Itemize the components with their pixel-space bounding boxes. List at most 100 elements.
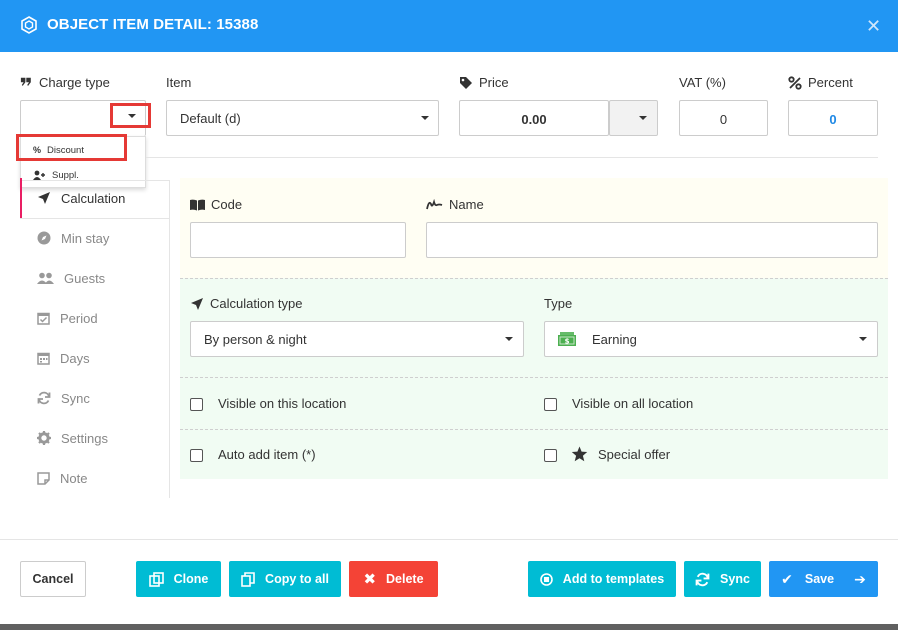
vat-label-text: VAT (%) [679, 75, 726, 90]
sync-button-label: Sync [720, 572, 750, 586]
cancel-button[interactable]: Cancel [20, 561, 86, 597]
type-label-text: Type [544, 296, 573, 311]
modal-header: OBJECT ITEM DETAIL: 15388 ✕ [0, 0, 898, 52]
modal-title: OBJECT ITEM DETAIL: 15388 [47, 16, 259, 33]
copy-to-all-button[interactable]: Copy to all [229, 561, 341, 597]
background-strip [0, 624, 898, 630]
sidebar-item-calculation[interactable]: Calculation [20, 178, 170, 218]
price-currency-select[interactable] [609, 100, 658, 136]
footer-divider [0, 539, 898, 540]
sidebar-item-label: Days [60, 350, 90, 366]
special-offer-checkbox[interactable] [544, 449, 557, 462]
charge-type-label: Charge type [20, 75, 110, 90]
code-label-text: Code [211, 197, 243, 212]
sync-icon [37, 391, 51, 405]
code-input[interactable] [190, 222, 406, 258]
type-value: Earning [592, 332, 637, 347]
add-to-templates-button[interactable]: Add to templates [528, 561, 676, 597]
sidebar-item-period[interactable]: Period [20, 298, 170, 338]
name-label: Name [426, 197, 484, 212]
sync-icon [695, 572, 710, 586]
compass-icon [37, 231, 51, 245]
times-icon: ✖ [363, 571, 377, 588]
sidebar-item-sync[interactable]: Sync [20, 378, 170, 418]
price-label-text: Price [479, 75, 509, 90]
visible-all-label: Visible on all location [572, 396, 694, 411]
sidebar-item-label: Period [60, 310, 98, 326]
charge-type-label-text: Charge type [39, 75, 110, 90]
item-value: Default (d) [180, 111, 241, 126]
visible-location-checkbox[interactable] [190, 398, 203, 411]
discount-option-highlight [16, 134, 127, 161]
name-input[interactable] [426, 222, 878, 258]
percent-label: Percent [788, 75, 853, 90]
chevron-down-icon [505, 337, 513, 341]
star-icon [571, 446, 588, 462]
price-input[interactable]: 0.00 [459, 100, 609, 136]
dashed-divider [180, 278, 888, 279]
charge-type-icon [20, 77, 31, 86]
calculation-type-select[interactable]: By person & night [190, 321, 524, 357]
arrow-right-icon: ➔ [854, 570, 866, 587]
type-label: Type [544, 296, 572, 311]
visible-all-checkbox[interactable] [544, 398, 557, 411]
svg-text:$: $ [565, 338, 570, 346]
calendar-icon [37, 352, 50, 365]
percent-value: 0 [829, 112, 837, 127]
sidebar-item-min-stay[interactable]: Min stay [20, 218, 170, 258]
divider [146, 157, 878, 158]
special-offer-label: Special offer [598, 447, 671, 462]
charge-type-toggle-highlight[interactable] [110, 103, 151, 128]
percent-label-text: Percent [808, 75, 853, 90]
sidebar-item-days[interactable]: Days [20, 338, 170, 378]
book-icon [190, 199, 205, 210]
clone-button-label: Clone [173, 572, 209, 586]
cog-icon [37, 431, 51, 445]
signature-icon [426, 198, 443, 209]
users-icon [37, 272, 54, 284]
sidebar-item-guests[interactable]: Guests [20, 258, 170, 298]
vat-input[interactable]: 0 [679, 100, 768, 136]
sticky-note-icon [37, 471, 50, 485]
copy-icon [241, 571, 255, 587]
chevron-down-icon [859, 337, 867, 341]
item-select[interactable]: Default (d) [166, 100, 439, 136]
delete-button[interactable]: ✖ Delete [349, 561, 438, 597]
vat-value: 0 [719, 112, 728, 127]
location-arrow-icon [38, 192, 50, 204]
close-icon[interactable]: ✕ [866, 16, 881, 37]
sidebar-item-note[interactable]: Note [20, 458, 170, 498]
price-value: 0.00 [521, 112, 547, 127]
sidebar-item-label: Guests [64, 270, 106, 286]
percent-icon [788, 75, 802, 90]
cube-icon [21, 16, 37, 34]
item-label: Item [166, 75, 191, 90]
visible-location-label: Visible on this location [218, 396, 347, 411]
delete-button-label: Delete [386, 572, 424, 586]
name-label-text: Name [449, 197, 484, 212]
sidebar-item-label: Min stay [61, 230, 110, 246]
auto-add-checkbox[interactable] [190, 449, 203, 462]
check-icon: ✔ [781, 570, 793, 587]
chevron-down-icon [421, 116, 429, 120]
sidebar-item-label: Sync [61, 390, 90, 406]
clone-icon [148, 571, 164, 587]
save-button[interactable]: ✔ Save ➔ [769, 561, 878, 597]
save-button-label: Save [804, 572, 835, 586]
code-label: Code [190, 197, 242, 212]
calculation-type-label: Calculation type [190, 296, 303, 311]
location-arrow-icon [191, 297, 203, 310]
sidebar-item-settings[interactable]: Settings [20, 418, 170, 458]
sync-button[interactable]: Sync [684, 561, 761, 597]
sidebar-item-label: Note [60, 470, 88, 486]
dashed-divider [180, 429, 888, 430]
clone-button[interactable]: Clone [136, 561, 221, 597]
add-to-templates-button-label: Add to templates [562, 572, 665, 586]
chevron-down-icon [128, 114, 136, 118]
percent-input[interactable]: 0 [788, 100, 878, 136]
type-select[interactable]: $ Earning [544, 321, 878, 357]
calendar-check-icon [37, 312, 50, 325]
cancel-button-label: Cancel [32, 572, 74, 586]
dashed-divider [180, 377, 888, 378]
calculation-type-label-text: Calculation type [210, 296, 303, 311]
